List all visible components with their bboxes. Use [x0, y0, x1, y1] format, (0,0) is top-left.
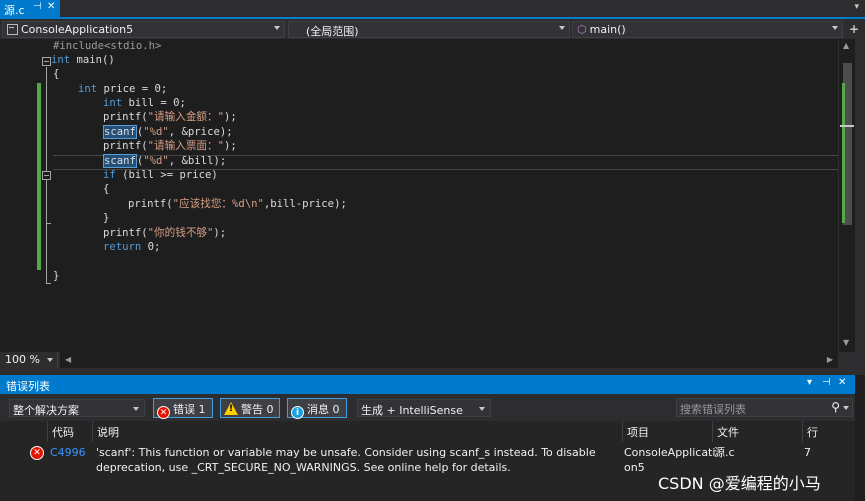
errors-filter-button[interactable]: ✕ 错误 1: [153, 398, 213, 419]
chevron-down-icon: [479, 407, 485, 411]
document-tab-strip: 源.c ⊣ ✕ ▾: [0, 0, 865, 19]
chevron-down-icon: [274, 26, 280, 30]
code-line-7: scanf("%d", &price);: [103, 125, 233, 139]
chevron-down-icon: [133, 407, 139, 411]
warning-icon: !: [224, 402, 238, 415]
error-file: 源.c: [714, 446, 735, 459]
error-description: 'scanf': This function or variable may b…: [96, 446, 596, 474]
scanf-highlight: scanf: [103, 154, 137, 168]
editor-status-row: 100 % ◀ ▶: [0, 352, 855, 369]
error-icon: ✕: [157, 406, 170, 419]
build-source-dropdown[interactable]: 生成 + IntelliSense: [357, 399, 491, 417]
error-list-title: 错误列表: [6, 380, 50, 393]
scanf-highlight: scanf: [103, 125, 137, 139]
pin-icon[interactable]: ⊣: [33, 1, 42, 12]
code-line-12: printf("应该找您：%d\n",bill-price);: [128, 198, 347, 210]
messages-filter-button[interactable]: i 消息 0: [287, 398, 347, 419]
code-line-14: printf("你的钱不够");: [103, 227, 227, 239]
code-line-3: {: [53, 68, 60, 80]
fold-toggle-if[interactable]: [42, 171, 51, 180]
code-line-9: scanf("%d", &bill);: [103, 154, 227, 168]
column-description[interactable]: 说明: [93, 421, 623, 442]
error-list-toolbar: 整个解决方案 ✕ 错误 1 ! 警告 0 i 消息 0 生成 + IntelliSen…: [0, 394, 855, 421]
code-line-1: #include<stdio.h>: [53, 40, 162, 52]
code-line-13: }: [103, 212, 110, 224]
member-cube-icon: ⬡: [577, 23, 587, 36]
error-list-titlebar: 错误列表 ▾ ⊣ ✕: [0, 375, 855, 394]
code-line-6: printf("请输入金额：");: [103, 111, 237, 123]
info-icon: i: [291, 406, 304, 419]
warnings-filter-button[interactable]: ! 警告 0: [220, 398, 280, 418]
chevron-down-icon: [832, 26, 838, 30]
project-icon: [7, 24, 18, 35]
error-table-header: 代码 说明 项目 文件 行: [0, 421, 855, 442]
zoom-level: 100 %: [5, 353, 40, 366]
code-line-4: int price = 0;: [78, 83, 168, 95]
scope-label: (全局范围): [306, 25, 359, 38]
tab-source-file[interactable]: 源.c ⊣ ✕: [0, 0, 60, 17]
pin-icon[interactable]: ⊣: [822, 377, 831, 388]
error-search-input[interactable]: 搜索错误列表 ⚲: [676, 398, 853, 417]
zoom-dropdown[interactable]: 100 %: [2, 352, 58, 368]
close-icon[interactable]: ✕: [838, 377, 846, 388]
project-name: ConsoleApplication5: [21, 23, 134, 36]
scrollbar-caret-marker: [840, 125, 854, 127]
close-icon[interactable]: ✕: [47, 1, 55, 12]
code-line-11: {: [103, 183, 110, 195]
chevron-down-icon: [559, 26, 565, 30]
column-line[interactable]: 行: [803, 421, 855, 442]
scroll-up-icon[interactable]: ▲: [843, 41, 849, 50]
project-dropdown[interactable]: ConsoleApplication5: [2, 21, 285, 38]
chevron-down-icon[interactable]: [843, 406, 849, 410]
column-file[interactable]: 文件: [713, 421, 803, 442]
search-placeholder: 搜索错误列表: [680, 403, 746, 416]
code-line-17: }: [53, 270, 60, 282]
scroll-down-icon[interactable]: ▼: [843, 338, 849, 347]
watermark: CSDN @爱编程的小马: [658, 474, 821, 493]
member-dropdown[interactable]: ⬡ main(): [572, 21, 843, 38]
member-label: main(): [589, 23, 626, 36]
column-project[interactable]: 项目: [623, 421, 713, 442]
navigation-bar: ConsoleApplication5 (全局范围) ⬡ main() +: [0, 19, 865, 39]
code-line-15: return 0;: [103, 241, 161, 253]
change-tracking-bar: [37, 83, 41, 270]
scope-dropdown[interactable]: (全局范围): [288, 21, 570, 38]
vertical-scrollbar[interactable]: ▲ ▼: [838, 39, 855, 352]
fold-guide-end: [46, 223, 51, 224]
code-line-8: printf("请输入票面：");: [103, 140, 237, 152]
fold-guide-end: [46, 283, 51, 284]
error-line: 7: [804, 446, 811, 459]
code-line-10: if (bill >= price): [103, 169, 218, 181]
warnings-count-label: 警告 0: [241, 403, 274, 416]
build-source-label: 生成 + IntelliSense: [361, 404, 463, 417]
code-editor[interactable]: #include<stdio.h> int main() { int price…: [0, 39, 865, 352]
code-line-2: int main(): [51, 54, 115, 66]
tab-label: 源.c: [4, 4, 25, 17]
error-code-link[interactable]: C4996: [50, 445, 86, 460]
scroll-left-icon[interactable]: ◀: [65, 355, 71, 364]
tab-overflow-icon[interactable]: ▾: [854, 2, 859, 12]
errors-count-label: 错误 1: [173, 403, 206, 416]
error-icon: ✕: [30, 446, 44, 460]
scrollbar-change-markers: [842, 83, 845, 223]
split-icon[interactable]: +: [849, 22, 859, 36]
scroll-right-icon[interactable]: ▶: [827, 355, 833, 364]
code-line-5: int bill = 0;: [103, 97, 186, 109]
messages-count-label: 消息 0: [307, 403, 340, 416]
margin: [0, 39, 18, 352]
column-code[interactable]: 代码: [48, 421, 93, 442]
scope-label: 整个解决方案: [13, 404, 79, 417]
fold-toggle-main[interactable]: [42, 57, 51, 66]
window-menu-icon[interactable]: ▾: [807, 377, 812, 388]
chevron-down-icon: [47, 358, 53, 362]
right-edge-strip: [855, 39, 865, 375]
search-icon[interactable]: ⚲: [831, 400, 840, 414]
horizontal-scrollbar[interactable]: ◀ ▶: [60, 352, 838, 368]
column-icon[interactable]: [0, 421, 48, 442]
solution-scope-dropdown[interactable]: 整个解决方案: [9, 399, 145, 417]
